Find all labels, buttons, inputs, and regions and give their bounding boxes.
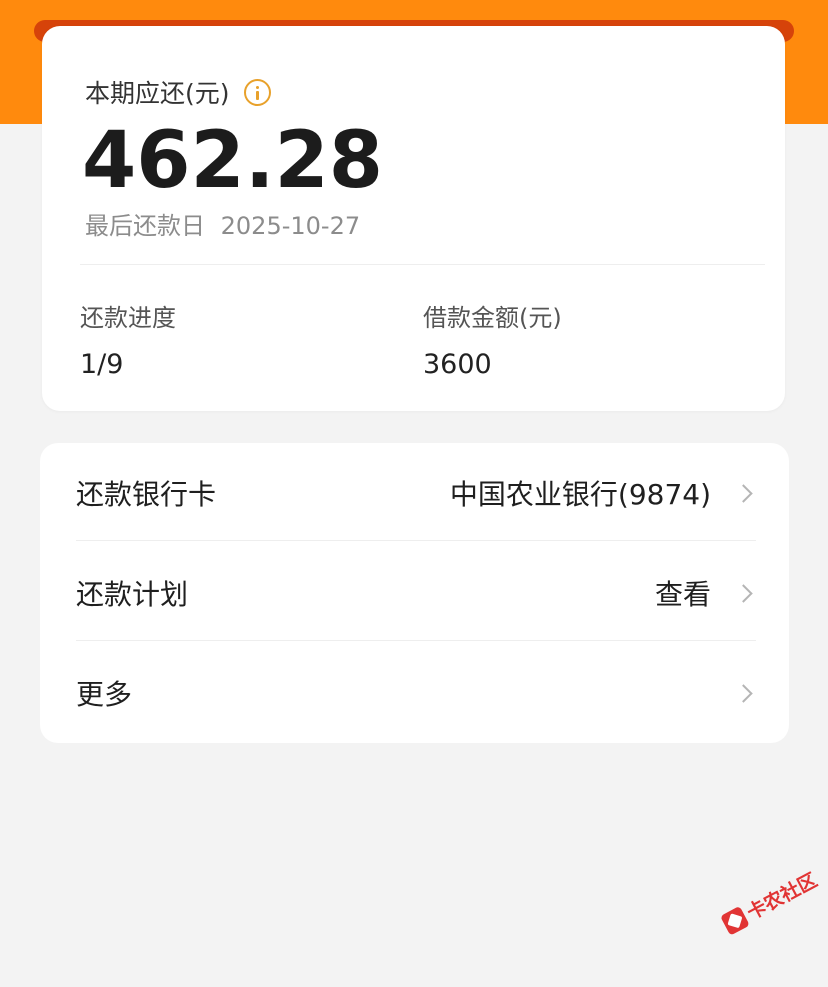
option-repay-bank-card[interactable]: 还款银行卡 中国农业银行(9874) [76, 443, 756, 543]
loan-amount-value: 3600 [423, 349, 492, 380]
option-repay-plan[interactable]: 还款计划 查看 [76, 543, 756, 643]
progress-value: 1/9 [80, 349, 124, 380]
loan-amount-stat: 借款金额(元) 3600 [423, 298, 562, 380]
watermark: 卡农社区 [719, 866, 822, 938]
divider [76, 540, 756, 541]
due-amount: 462.28 [82, 116, 383, 206]
loan-amount-label: 借款金额(元) [423, 304, 562, 332]
repayment-summary-card: 本期应还(元) 462.28 最后还款日 2025-10-27 还款进度 1/9… [42, 26, 785, 411]
progress-label: 还款进度 [80, 304, 176, 332]
option-label: 更多 [76, 678, 133, 711]
due-label: 本期应还(元) [85, 79, 230, 108]
chevron-right-icon [734, 483, 753, 503]
option-label: 还款银行卡 [76, 478, 217, 511]
divider [76, 640, 756, 641]
option-more[interactable]: 更多 [76, 643, 756, 743]
chevron-right-icon [734, 683, 753, 703]
repayment-page: 本期应还(元) 462.28 最后还款日 2025-10-27 还款进度 1/9… [0, 0, 828, 987]
last-date-value: 2025-10-27 [220, 212, 361, 240]
option-label: 还款计划 [76, 578, 189, 611]
info-icon[interactable] [243, 78, 271, 106]
last-repayment-date: 最后还款日 2025-10-27 [85, 206, 360, 241]
last-date-label: 最后还款日 [85, 212, 205, 240]
watermark-logo-icon [719, 905, 750, 936]
bank-card-value: 中国农业银行(9874) [449, 478, 711, 511]
watermark-text: 卡农社区 [743, 869, 821, 925]
view-plan-value: 查看 [654, 578, 711, 611]
chevron-right-icon [734, 583, 753, 603]
option-right [711, 683, 756, 703]
due-label-row: 本期应还(元) [85, 74, 271, 110]
option-right: 中国农业银行(9874) [450, 473, 756, 513]
options-card: 还款银行卡 中国农业银行(9874) 还款计划 查看 更多 [40, 443, 789, 743]
option-right: 查看 [655, 573, 756, 613]
progress-stat: 还款进度 1/9 [80, 298, 176, 380]
divider [80, 264, 765, 265]
